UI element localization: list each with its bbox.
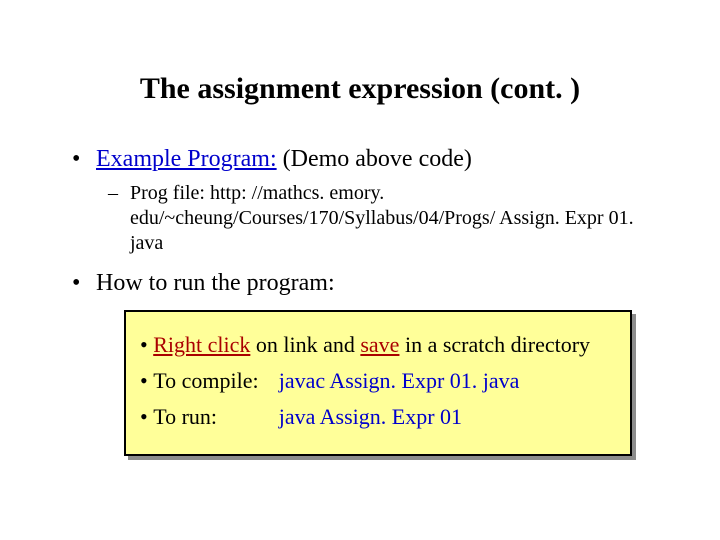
bullet-example-program: Example Program: (Demo above code) Prog … — [96, 144, 662, 256]
row1-mid: on link and — [250, 332, 360, 357]
instruction-compile: To compile: javac Assign. Expr 01. java — [140, 368, 616, 394]
run-command: java Assign. Expr 01 — [279, 404, 462, 430]
right-click-text: Right click — [153, 332, 250, 357]
row1-post: in a scratch directory — [399, 332, 590, 357]
prog-file-label: Prog file: — [130, 182, 205, 204]
instruction-right-click: Right click on link and save in a scratc… — [140, 332, 616, 358]
sub-bullet-prog-file: Prog file: http: //mathcs. emory. edu/~c… — [130, 181, 662, 256]
example-program-rest: (Demo above code) — [277, 146, 472, 172]
example-program-label: Example Program: — [96, 146, 277, 172]
compile-label: To compile: — [153, 368, 273, 394]
sub-bullet-list: Prog file: http: //mathcs. emory. edu/~c… — [96, 181, 662, 256]
compile-command: javac Assign. Expr 01. java — [279, 368, 520, 394]
run-label: To run: — [153, 404, 273, 430]
slide-body: Example Program: (Demo above code) Prog … — [0, 144, 720, 456]
slide: The assignment expression (cont. ) Examp… — [0, 0, 720, 540]
bullet-how-to-run: How to run the program: — [96, 268, 662, 299]
instruction-run: To run: java Assign. Expr 01 — [140, 404, 616, 430]
prog-file-url: http: //mathcs. emory. edu/~cheung/Cours… — [130, 182, 634, 254]
instructions-box: Right click on link and save in a scratc… — [124, 310, 632, 456]
bullet-list: Example Program: (Demo above code) Prog … — [58, 144, 662, 298]
save-text: save — [360, 332, 399, 357]
slide-title: The assignment expression (cont. ) — [0, 0, 720, 136]
